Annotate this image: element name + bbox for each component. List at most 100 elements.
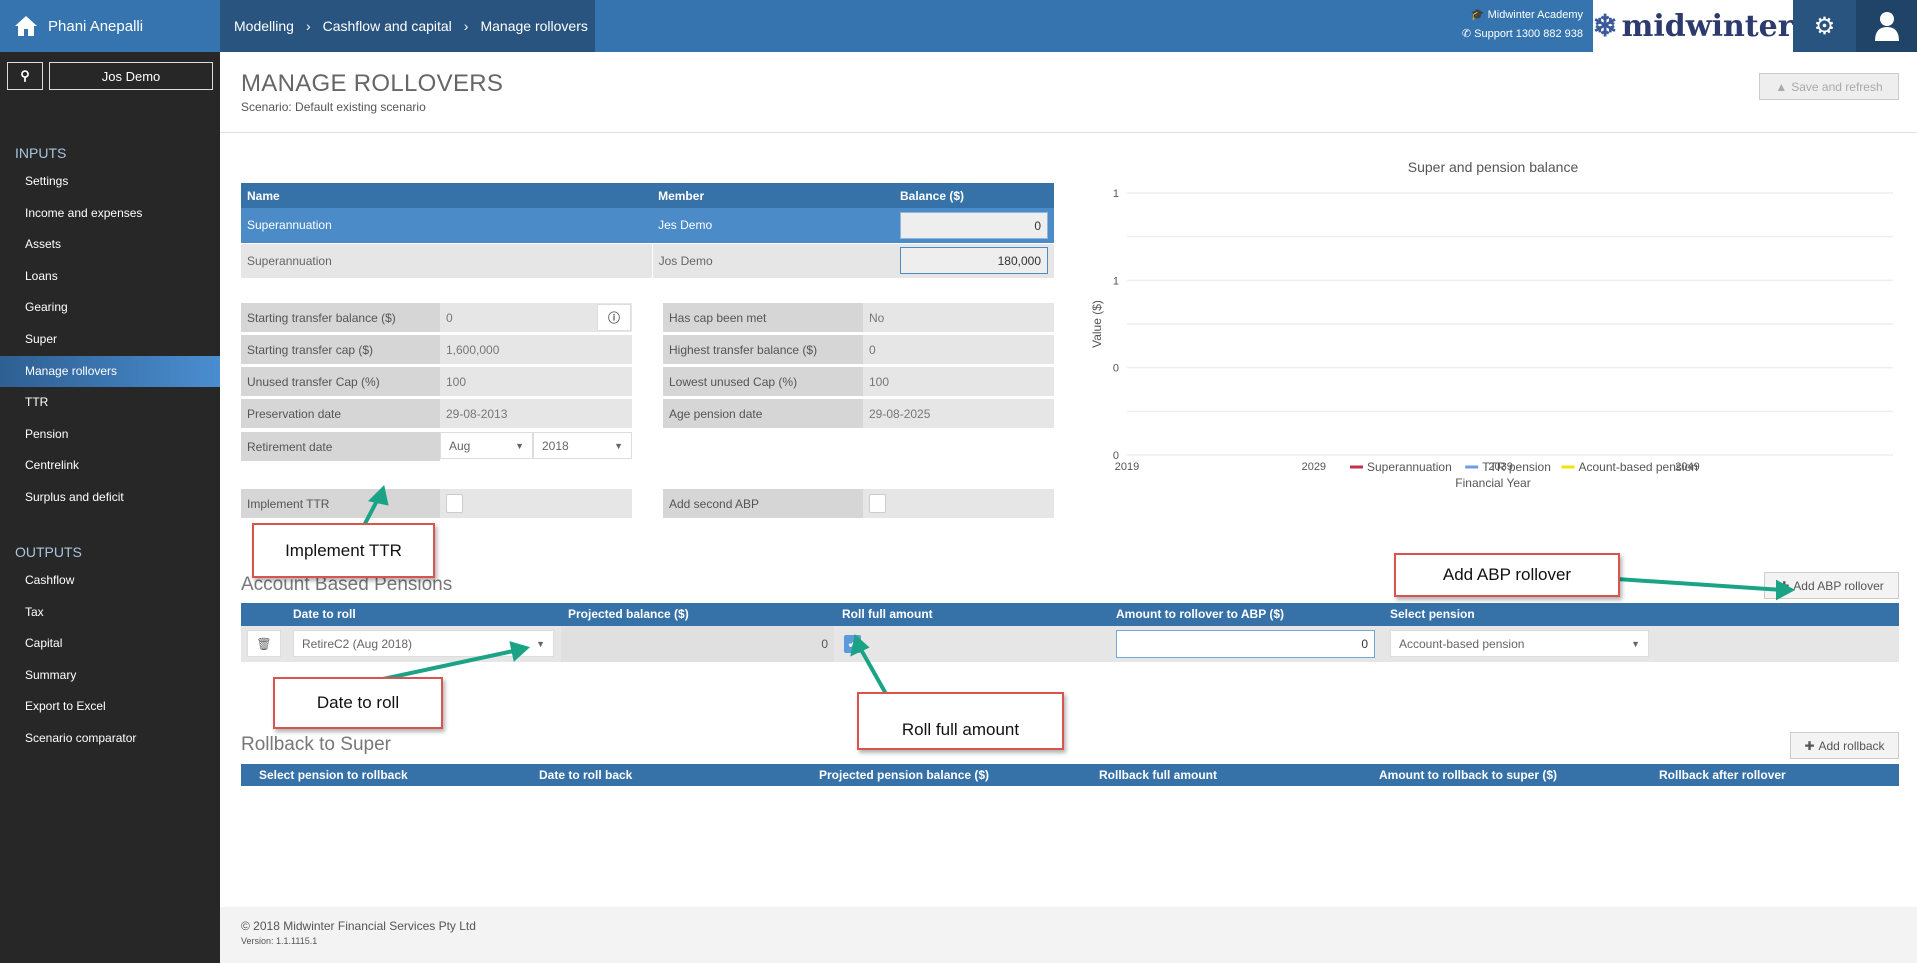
add-abp-rollover-button[interactable]: ✚ Add ABP rollover — [1764, 572, 1899, 599]
second-abp-checkbox[interactable] — [869, 494, 886, 513]
table-row[interactable]: Superannuation Jes Demo 0 — [241, 208, 1054, 243]
snowflake-icon: ❄ — [1592, 8, 1618, 44]
field-label: Age pension date — [663, 399, 863, 428]
field-label: Starting transfer cap ($) — [241, 335, 440, 364]
sidebar-item-centrelink[interactable]: Centrelink — [0, 450, 220, 481]
field-row: Age pension date 29-08-2025 — [663, 399, 1054, 428]
field-value: 100 — [863, 367, 1054, 396]
legend-item[interactable]: Superannuation — [1367, 460, 1452, 474]
row-member: Jos Demo — [651, 243, 894, 278]
inputs-heading: INPUTS — [15, 145, 67, 161]
field-label: Starting transfer balance ($) — [241, 303, 440, 332]
sidebar-item-export-to-excel[interactable]: Export to Excel — [0, 691, 220, 722]
user-icon — [1874, 12, 1899, 41]
implement-ttr-row: Implement TTR — [241, 489, 632, 518]
sidebar-item-pension[interactable]: Pension — [0, 419, 220, 450]
sidebar-item-scenario-comparator[interactable]: Scenario comparator — [0, 723, 220, 754]
chevron-right-icon: › — [305, 18, 311, 34]
table-row[interactable]: Superannuation Jos Demo 180,000 — [241, 243, 1054, 278]
divider — [220, 132, 1917, 133]
sidebar: ⚲ Jos Demo INPUTS OUTPUTS Settings Income… — [0, 52, 220, 963]
sidebar-item-income-and-expenses[interactable]: Income and expenses — [0, 198, 220, 229]
callout-roll-full-amount: Roll full amount — [857, 692, 1064, 750]
sidebar-item-summary[interactable]: Summary — [0, 660, 220, 691]
sidebar-item-surplus-and-deficit[interactable]: Surplus and deficit — [0, 482, 220, 513]
plus-icon: ✚ — [1779, 578, 1790, 593]
sidebar-item-loans[interactable]: Loans — [0, 261, 220, 292]
sidebar-item-super[interactable]: Super — [0, 324, 220, 355]
year-value: 2018 — [542, 438, 569, 453]
support-link[interactable]: ✆ Support 1300 882 938 — [1443, 25, 1583, 44]
balance-input[interactable]: 0 — [900, 211, 1048, 239]
amount-input[interactable]: 0 — [1116, 630, 1375, 658]
field-row: Preservation date 29-08-2013 — [241, 399, 632, 428]
col-date-roll-back: Date to roll back — [539, 768, 633, 782]
field-label: Highest transfer balance ($) — [663, 335, 863, 364]
balance-input[interactable]: 180,000 — [900, 247, 1048, 275]
field-label: Lowest unused Cap (%) — [663, 367, 863, 396]
field-row: Lowest unused Cap (%) 100 — [663, 367, 1054, 396]
settings-button[interactable]: ⚙ — [1793, 0, 1856, 52]
academy-link[interactable]: 🎓 Midwinter Academy — [1443, 6, 1583, 25]
caret-down-icon: ▼ — [536, 638, 545, 649]
user-name: Phani Anepalli — [48, 17, 144, 35]
sidebar-item-manage-rollovers[interactable]: Manage rollovers — [0, 355, 220, 387]
x-tick-label: 2029 — [1302, 461, 1326, 473]
sidebar-item-assets[interactable]: Assets — [0, 229, 220, 260]
page-title: MANAGE ROLLOVERS — [241, 70, 504, 97]
field-value-text: 100 — [446, 374, 467, 389]
breadcrumb-modelling[interactable]: Modelling — [234, 18, 294, 34]
retirement-date-label: Retirement date — [241, 432, 440, 461]
breadcrumb-current: Manage rollovers — [480, 18, 588, 34]
sidebar-item-settings[interactable]: Settings — [0, 166, 220, 197]
user-menu-button[interactable] — [1856, 0, 1917, 52]
balances-table: Name Member Balance ($) Superannuation J… — [241, 183, 1054, 278]
legend-item[interactable]: Acount-based pension — [1579, 460, 1698, 474]
phone-icon: ✆ — [1461, 28, 1475, 40]
col-date-to-roll: Date to roll — [293, 607, 356, 621]
sidebar-item-ttr[interactable]: TTR — [0, 387, 220, 418]
sidebar-item-gearing[interactable]: Gearing — [0, 292, 220, 323]
info-button[interactable]: ⓘ — [597, 304, 631, 331]
sidebar-item-capital[interactable]: Capital — [0, 628, 220, 659]
col-roll-full: Roll full amount — [842, 607, 933, 621]
retirement-year-select[interactable]: 2018 ▼ — [533, 432, 632, 459]
sidebar-item-cashflow[interactable]: Cashflow — [0, 565, 220, 596]
col-select-pension-rollback: Select pension to rollback — [259, 768, 408, 782]
field-value: 100 — [440, 367, 632, 396]
date-value: RetireC2 (Aug 2018) — [302, 636, 413, 651]
date-to-roll-select[interactable]: RetireC2 (Aug 2018) ▼ — [293, 630, 554, 657]
plus-icon: ✚ — [1804, 738, 1815, 753]
sidebar-item-tax[interactable]: Tax — [0, 597, 220, 628]
search-button[interactable]: ⚲ — [7, 62, 43, 90]
table-header: Name Member Balance ($) — [241, 183, 1054, 208]
field-value: 0 ⓘ — [440, 303, 632, 332]
implement-ttr-checkbox[interactable] — [446, 494, 463, 513]
col-balance: Balance ($) — [900, 188, 965, 203]
retirement-month-select[interactable]: Aug ▼ — [440, 432, 533, 459]
save-and-refresh-button[interactable]: ▲ Save and refresh — [1759, 73, 1899, 100]
field-label: Preservation date — [241, 399, 440, 428]
client-selector[interactable]: Jos Demo — [49, 62, 213, 90]
second-abp-label: Add second ABP — [663, 489, 863, 518]
delete-button[interactable]: 🗑 — [247, 630, 281, 657]
breadcrumb-cashflow[interactable]: Cashflow and capital — [323, 18, 452, 34]
field-value-text: 0 — [446, 310, 453, 325]
field-row: Starting transfer cap ($) 1,600,000 — [241, 335, 632, 364]
field-value-text: No — [869, 310, 885, 325]
add-rollback-button[interactable]: ✚ Add rollback — [1790, 732, 1899, 759]
roll-full-checkbox[interactable]: ✔ — [844, 635, 861, 653]
field-value-text: 29-08-2013 — [446, 406, 508, 421]
rollback-heading: Rollback to Super — [241, 734, 391, 755]
trash-icon: 🗑 — [256, 636, 272, 651]
select-pension-dropdown[interactable]: Account-based pension ▼ — [1390, 630, 1649, 657]
home-link[interactable]: Phani Anepalli — [0, 0, 220, 52]
academy-label: Midwinter Academy — [1487, 9, 1583, 21]
col-rollback-full: Rollback full amount — [1099, 768, 1218, 782]
pension-value: Account-based pension — [1399, 636, 1525, 651]
implement-ttr-label: Implement TTR — [241, 489, 440, 518]
legend-item[interactable]: TTR pension — [1482, 460, 1551, 474]
gear-icon: ⚙ — [1813, 12, 1836, 40]
footer: © 2018 Midwinter Financial Services Pty … — [220, 907, 1917, 963]
row-member: Jes Demo — [652, 208, 894, 243]
